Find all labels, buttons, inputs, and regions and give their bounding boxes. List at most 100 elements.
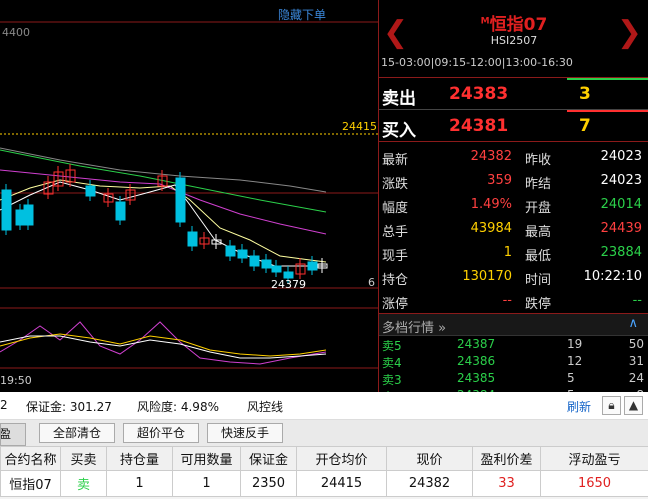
stat-label: 最新 <box>382 153 409 168</box>
stat-label: 最低 <box>525 249 552 264</box>
close-all-button[interactable]: 全部清仓 <box>39 423 115 443</box>
over-price-close-button[interactable]: 超价平仓 <box>123 423 199 443</box>
contract-code: HSI2507 <box>490 34 538 47</box>
candle-body <box>23 204 34 226</box>
quote-stat-row: 总手 43984 最高 24439 <box>379 217 648 241</box>
tab-positions[interactable]: 仓盈 <box>0 423 26 446</box>
ask-volume: 3 <box>579 84 591 104</box>
stat-label: 总手 <box>382 225 409 240</box>
indicator-line-white <box>0 335 327 359</box>
candle-body <box>261 259 272 269</box>
candle-body <box>187 231 198 247</box>
column-header[interactable]: 保证金 <box>240 446 297 471</box>
refresh-link[interactable]: 刷新 <box>567 398 591 415</box>
ma-line-magenta <box>0 169 327 235</box>
bid-row[interactable]: 买入 24381 7 <box>379 110 648 142</box>
column-header[interactable]: 盈利价差 <box>472 446 541 471</box>
stat-label: 涨停 <box>382 297 409 312</box>
main-contract-badge: M <box>480 16 490 27</box>
indicator-line-yellow <box>0 333 327 357</box>
depth-header[interactable]: 多档行情 » ∧ <box>379 314 648 336</box>
right-axis-mark: 6 <box>368 276 375 289</box>
table-cell: 恒指07 <box>0 470 61 497</box>
next-contract-icon[interactable]: ❯ <box>617 18 642 48</box>
stat-label: 昨收 <box>525 153 552 168</box>
depth-cnt: 24 <box>628 371 644 385</box>
candle-body <box>237 249 248 259</box>
expand-icon: » <box>438 321 447 336</box>
kline-chart[interactable]: 隐藏下单 4400 24415 24379 6 19:50 <box>0 0 378 392</box>
risk-value: 风险度: 4.98% <box>137 400 219 414</box>
quote-stat-row: 持仓 130170 时间 10:22:10 <box>379 265 648 289</box>
column-header[interactable]: 现价 <box>386 446 473 471</box>
column-header[interactable]: 买卖 <box>60 446 107 471</box>
candle-body <box>249 255 260 267</box>
depth-row[interactable]: 卖3 24385 5 24 <box>379 370 648 387</box>
quote-stat-row: 最新 24382 昨收 24023 <box>379 145 648 169</box>
hide-order-link[interactable]: 隐藏下单 <box>278 6 326 23</box>
account-info-bar: 2 保证金: 301.27 风险度: 4.98% 风控线 刷新 🔒︎ ▲ <box>0 392 648 420</box>
depth-row[interactable]: 卖5 24387 19 50 <box>379 336 648 353</box>
table-row[interactable]: 恒指07 卖 1 1 2350 24415 24382 33 1650 <box>0 470 648 497</box>
stat-value: 24023 <box>600 149 642 164</box>
candle-body <box>175 177 186 223</box>
time-axis-label: 19:50 <box>0 374 32 387</box>
trading-panel: 2 保证金: 301.27 风险度: 4.98% 风控线 刷新 🔒︎ ▲ 仓盈 … <box>0 392 648 499</box>
stat-label: 开盘 <box>525 201 552 216</box>
ma-line-green <box>0 149 327 213</box>
stat-value: -- <box>502 293 512 308</box>
quote-stat-row: 幅度 1.49% 开盘 24014 <box>379 193 648 217</box>
depth-vol: 19 <box>567 337 583 351</box>
table-cell: 1 <box>106 470 173 497</box>
stat-value: 24382 <box>470 149 512 164</box>
stat-value: 1.49% <box>470 197 512 212</box>
positions-body: 恒指07 卖 1 1 2350 24415 24382 33 1650 <box>0 470 648 497</box>
stat-value: -- <box>632 293 642 308</box>
stat-value: 10:22:10 <box>583 269 642 284</box>
quote-panel: ❮ M恒指07 HSI2507 15-03:00|09:15-12:00|13:… <box>378 0 648 392</box>
candle-body <box>225 245 236 257</box>
quote-header: ❮ M恒指07 HSI2507 15-03:00|09:15-12:00|13:… <box>379 0 648 78</box>
action-bar: 仓盈 全部清仓 超价平仓 快速反手 <box>0 420 648 446</box>
table-cell: 卖 <box>60 470 107 497</box>
stat-label: 昨结 <box>525 177 552 192</box>
depth-label: 卖3 <box>382 373 402 387</box>
ma-line-white <box>0 181 326 267</box>
bid-volume: 7 <box>579 116 591 136</box>
ask-label: 卖出 <box>382 89 416 109</box>
trading-sessions: 15-03:00|09:15-12:00|13:00-16:30 <box>381 56 573 69</box>
stat-label: 涨跌 <box>382 177 409 192</box>
depth-row[interactable]: 卖4 24386 12 31 <box>379 353 648 370</box>
depth-list: 卖5243871950卖4243861231卖324385524卖2243845… <box>379 336 648 392</box>
position-price-label: 24415 <box>342 120 377 133</box>
table-cell: 24382 <box>386 470 473 497</box>
stat-label: 现手 <box>382 249 409 264</box>
ask-volume-bar <box>567 78 648 80</box>
table-cell: 1 <box>172 470 241 497</box>
depth-cnt: 31 <box>628 354 644 368</box>
column-header[interactable]: 合约名称 <box>0 446 61 471</box>
bid-price: 24381 <box>449 116 509 136</box>
column-header[interactable]: 浮动盈亏 <box>540 446 648 471</box>
price-axis-top: 4400 <box>2 26 30 39</box>
collapse-icon[interactable]: ∧ <box>628 316 638 331</box>
quick-reverse-button[interactable]: 快速反手 <box>207 423 283 443</box>
candle-body <box>115 201 126 221</box>
ask-row[interactable]: 卖出 24383 3 <box>379 78 648 110</box>
risk-control-link[interactable]: 风控线 <box>247 398 283 415</box>
stat-value: 24439 <box>600 221 642 236</box>
column-header[interactable]: 可用数量 <box>172 446 241 471</box>
depth-price: 24385 <box>457 371 496 385</box>
candle-body <box>307 261 318 271</box>
stat-label: 持仓 <box>382 273 409 288</box>
lock-icon[interactable]: 🔒︎ <box>602 396 621 415</box>
ma-line-yellow <box>0 179 327 263</box>
chart-canvas <box>0 21 378 369</box>
stat-value: 23884 <box>600 245 642 260</box>
up-icon[interactable]: ▲ <box>624 396 643 415</box>
column-header[interactable]: 持仓量 <box>106 446 173 471</box>
stat-value: 24014 <box>600 197 642 212</box>
column-header[interactable]: 开仓均价 <box>296 446 387 471</box>
quote-stat-row: 现手 1 最低 23884 <box>379 241 648 265</box>
candle-body <box>1 189 12 231</box>
